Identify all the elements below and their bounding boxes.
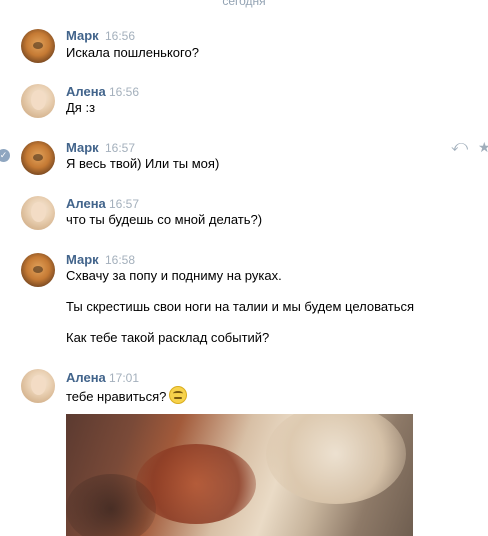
- message-time[interactable]: 16:56: [105, 29, 135, 43]
- message-text: что ты будешь со мной делать?): [66, 212, 263, 227]
- avatar-mark[interactable]: [21, 141, 55, 175]
- star-icon[interactable]: ★: [478, 139, 488, 156]
- avatar-alena[interactable]: [21, 84, 55, 118]
- avatar-mark[interactable]: [21, 29, 55, 63]
- message-time[interactable]: 16:58: [105, 253, 135, 267]
- message-text: Как тебе такой расклад событий?: [66, 330, 270, 345]
- reply-icon[interactable]: ⤺: [451, 138, 468, 156]
- message-text: Схвачу за попу и подниму на руках.: [66, 268, 282, 283]
- message-author[interactable]: Алена: [66, 370, 106, 385]
- avatar-mark[interactable]: [21, 253, 55, 287]
- photo-detail: [266, 414, 406, 504]
- selected-check-icon[interactable]: ✓: [0, 149, 10, 162]
- photo-attachment[interactable]: [66, 414, 413, 536]
- message-time[interactable]: 17:01: [109, 371, 139, 385]
- message-author[interactable]: Марк: [66, 28, 99, 43]
- avatar-alena[interactable]: [21, 196, 55, 230]
- message-text: Искала пошленького?: [66, 45, 199, 60]
- message-time[interactable]: 16:56: [109, 85, 139, 99]
- rolling-eyes-emoji-icon: [169, 386, 188, 404]
- message-author[interactable]: Марк: [66, 140, 99, 155]
- message-text: Дя :з: [66, 100, 96, 115]
- message-text: тебе нравиться?: [66, 389, 167, 404]
- message-author[interactable]: Алена: [66, 196, 106, 211]
- avatar-alena[interactable]: [21, 369, 55, 403]
- photo-detail: [66, 474, 156, 536]
- message-author[interactable]: Марк: [66, 252, 99, 267]
- day-separator: сегодня: [222, 0, 266, 8]
- message-text: Я весь твой) Или ты моя): [66, 156, 220, 171]
- message-text: Ты скрестишь свои ноги на талии и мы буд…: [66, 299, 415, 314]
- message-author[interactable]: Алена: [66, 84, 106, 99]
- message-time[interactable]: 16:57: [109, 197, 139, 211]
- message-text-row: тебе нравиться?: [66, 386, 188, 405]
- message-time[interactable]: 16:57: [105, 141, 135, 155]
